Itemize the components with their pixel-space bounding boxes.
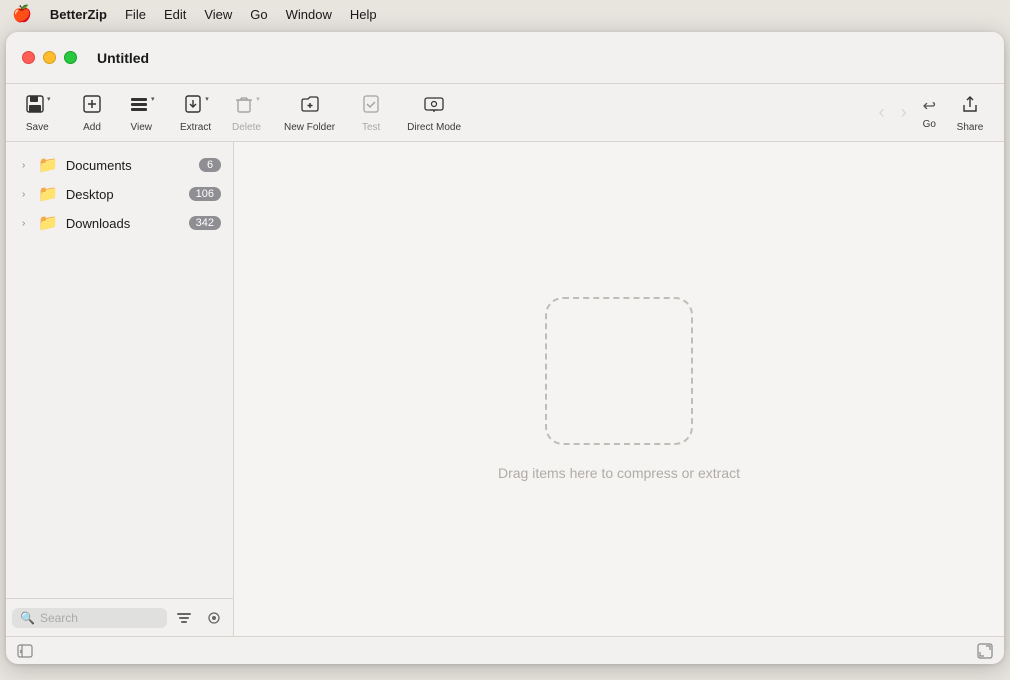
drop-area[interactable]: Drag items here to compress or extract	[234, 142, 1004, 636]
sidebar-item-downloads[interactable]: › 📁 Downloads 342	[10, 209, 229, 237]
expand-button[interactable]	[974, 640, 996, 662]
direct-mode-icon	[423, 93, 445, 119]
extract-button[interactable]: ▾ Extract	[170, 89, 222, 137]
nav-group: ‹ › ↩ Go	[871, 92, 944, 134]
direct-mode-button[interactable]: Direct Mode	[397, 89, 471, 137]
add-button[interactable]: Add	[66, 89, 118, 137]
add-label: Add	[83, 122, 101, 133]
test-icon	[360, 93, 382, 119]
app-window: Untitled ▾ Save	[6, 32, 1004, 664]
drop-box	[545, 297, 693, 445]
extract-label: Extract	[180, 122, 211, 133]
new-folder-button[interactable]: New Folder	[274, 89, 345, 137]
traffic-lights	[22, 51, 77, 64]
sidebar: › 📁 Documents 6 › 📁 Desktop 106 › 📁 Down…	[6, 142, 234, 636]
sidebar-items: › 📁 Documents 6 › 📁 Desktop 106 › 📁 Down…	[6, 142, 233, 598]
menu-view[interactable]: View	[204, 7, 232, 22]
search-box[interactable]: 🔍	[12, 608, 167, 628]
maximize-button[interactable]	[64, 51, 77, 64]
go-button[interactable]: ↩ Go	[915, 92, 944, 134]
save-icon	[24, 93, 46, 119]
menu-edit[interactable]: Edit	[164, 7, 186, 22]
sidebar-desktop-badge: 106	[189, 187, 221, 201]
menu-betterzip[interactable]: BetterZip	[50, 7, 107, 22]
direct-mode-label: Direct Mode	[407, 122, 461, 133]
share-button[interactable]: Share	[944, 89, 996, 137]
test-label: Test	[362, 122, 380, 133]
apple-menu[interactable]: 🍎	[12, 4, 32, 24]
toolbar: ▾ Save Add	[6, 84, 1004, 142]
delete-label: Delete	[232, 122, 261, 133]
add-icon	[81, 93, 103, 119]
sidebar-bottom: 🔍	[6, 598, 233, 636]
test-button[interactable]: Test	[345, 89, 397, 137]
sidebar-downloads-badge: 342	[189, 216, 221, 230]
folder-desktop-icon: 📁	[38, 184, 58, 204]
sidebar-item-desktop[interactable]: › 📁 Desktop 106	[10, 180, 229, 208]
sidebar-toggle-button[interactable]	[14, 640, 36, 662]
drop-hint: Drag items here to compress or extract	[498, 465, 740, 481]
new-folder-icon	[299, 93, 321, 119]
delete-button[interactable]: ▾ Delete	[222, 89, 274, 137]
titlebar: Untitled	[6, 32, 1004, 84]
save-button[interactable]: ▾ Save	[14, 89, 66, 137]
save-label: Save	[26, 122, 49, 133]
menu-help[interactable]: Help	[350, 7, 377, 22]
sidebar-downloads-label: Downloads	[66, 216, 185, 231]
menu-window[interactable]: Window	[286, 7, 332, 22]
menu-go[interactable]: Go	[250, 7, 267, 22]
sidebar-documents-badge: 6	[199, 158, 221, 172]
menubar: 🍎 BetterZip File Edit View Go Window Hel…	[0, 0, 1010, 28]
close-button[interactable]	[22, 51, 35, 64]
chevron-desktop-icon: ›	[22, 189, 34, 200]
delete-icon	[233, 93, 255, 119]
search-icon: 🔍	[20, 611, 35, 625]
share-icon	[959, 93, 981, 119]
chevron-downloads-icon: ›	[22, 218, 34, 229]
view-label: View	[131, 122, 153, 133]
view-button[interactable]: ▾ View	[118, 89, 170, 137]
menu-file[interactable]: File	[125, 7, 146, 22]
main-content: › 📁 Documents 6 › 📁 Desktop 106 › 📁 Down…	[6, 142, 1004, 636]
back-button[interactable]: ‹	[871, 98, 893, 127]
folder-downloads-icon: 📁	[38, 213, 58, 233]
sidebar-desktop-label: Desktop	[66, 187, 185, 202]
chevron-documents-icon: ›	[22, 160, 34, 171]
view-icon	[128, 93, 150, 119]
sidebar-item-documents[interactable]: › 📁 Documents 6	[10, 151, 229, 179]
sidebar-documents-label: Documents	[66, 158, 195, 173]
forward-button[interactable]: ›	[893, 98, 915, 127]
extract-icon	[182, 93, 204, 119]
new-folder-label: New Folder	[284, 122, 335, 133]
window-title: Untitled	[97, 50, 149, 66]
sidebar-preview-button[interactable]	[201, 605, 227, 631]
window-bottom-bar	[6, 636, 1004, 664]
folder-documents-icon: 📁	[38, 155, 58, 175]
minimize-button[interactable]	[43, 51, 56, 64]
search-input[interactable]	[40, 611, 159, 625]
sidebar-filter-button[interactable]	[171, 605, 197, 631]
share-label: Share	[957, 122, 984, 133]
